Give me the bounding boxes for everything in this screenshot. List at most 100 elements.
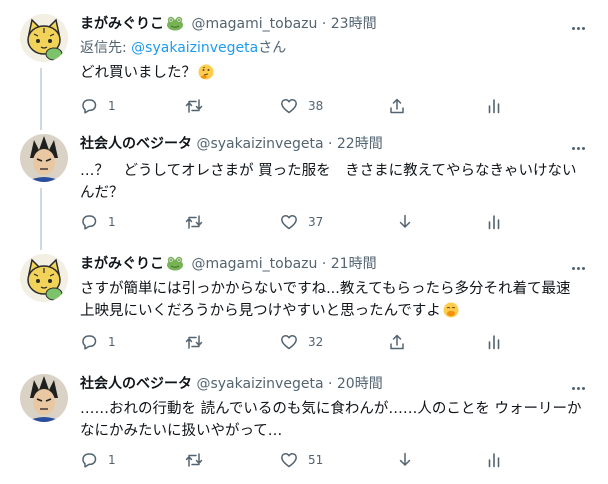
tweet-text-line: んだ？ — [80, 185, 124, 201]
reply-button[interactable]: 1 — [80, 96, 116, 116]
heart-icon — [281, 334, 297, 350]
like-button[interactable]: 32 — [280, 332, 323, 352]
down-arrow-icon — [399, 452, 411, 466]
reply-icon — [82, 453, 97, 468]
like-button[interactable]: 38 — [280, 96, 323, 116]
share-icon — [390, 334, 404, 350]
tweet-actions: 1 38 — [80, 96, 510, 116]
heart-icon — [281, 214, 297, 230]
analytics-icon — [488, 215, 500, 230]
timestamp[interactable]: 23時間 — [331, 16, 377, 32]
analytics-button[interactable] — [485, 212, 503, 232]
download-button[interactable] — [396, 450, 414, 470]
reply-count: 1 — [108, 335, 116, 349]
display-name[interactable]: まがみぐりこ — [80, 256, 164, 272]
face-with-hand-over-mouth-emoji-icon — [443, 302, 459, 318]
timestamp[interactable]: 22時間 — [337, 136, 383, 152]
handle[interactable]: @magami_tobazu — [191, 16, 317, 32]
analytics-button[interactable] — [485, 450, 503, 470]
handle[interactable]: @syakaizinvegeta — [196, 136, 323, 152]
down-arrow-icon — [399, 214, 411, 228]
tweet-actions: 1 32 — [80, 332, 510, 352]
like-count: 32 — [308, 335, 324, 349]
more-options-icon[interactable] — [572, 258, 588, 272]
retweet-icon — [185, 335, 203, 349]
avatar[interactable] — [20, 14, 68, 62]
reply-count: 1 — [108, 215, 116, 229]
reply-button[interactable]: 1 — [80, 332, 116, 352]
like-count: 38 — [308, 99, 324, 113]
timestamp[interactable]: 20時間 — [337, 376, 383, 392]
retweet-button[interactable] — [185, 450, 213, 470]
character-avatar-icon — [20, 134, 68, 182]
tweet-header: まがみぐりこ @magami_tobazu · 23時間 — [80, 14, 377, 34]
tweet-text: どれ買いました？ — [80, 62, 590, 84]
reply-count: 1 — [108, 453, 116, 467]
tweet-text: ……おれの行動を 読んでいるのも気に食わんが……人のことを ウォーリーか なにか… — [80, 398, 590, 442]
retweet-icon — [185, 215, 203, 229]
analytics-icon — [488, 99, 500, 114]
share-button[interactable] — [388, 96, 406, 116]
thread-line — [40, 68, 42, 130]
reply-suffix: さん — [258, 40, 287, 56]
retweet-button[interactable] — [185, 212, 213, 232]
separator: · — [321, 16, 327, 32]
tweet-header: 社会人のベジータ @syakaizinvegeta · 22時間 — [80, 134, 383, 154]
reply-button[interactable]: 1 — [80, 212, 116, 232]
retweet-button[interactable] — [185, 96, 213, 116]
analytics-button[interactable] — [485, 96, 503, 116]
like-count: 37 — [308, 215, 324, 229]
avatar[interactable] — [20, 134, 68, 182]
heart-icon — [281, 98, 297, 114]
reply-handle-link[interactable]: @syakaizinvegeta — [131, 40, 258, 56]
tweet-header: まがみぐりこ @magami_tobazu · 21時間 — [80, 254, 377, 274]
tweet-header: 社会人のベジータ @syakaizinvegeta · 20時間 — [80, 374, 383, 394]
character-avatar-icon — [20, 374, 68, 422]
like-button[interactable]: 51 — [280, 450, 323, 470]
separator: · — [327, 136, 333, 152]
display-name[interactable]: 社会人のベジータ — [80, 136, 192, 152]
more-options-icon[interactable] — [572, 138, 588, 152]
like-count: 51 — [308, 453, 324, 467]
display-name[interactable]: まがみぐりこ — [80, 16, 164, 32]
tweet-text-line: なにかみたいに扱いやがって… — [80, 423, 283, 439]
analytics-icon — [488, 335, 500, 350]
reply-prefix: 返信先: — [80, 40, 132, 56]
cat-avatar-icon — [20, 14, 68, 62]
tweet-text-line: 上映見にいくだろうから見つけやすいと思ったんですよ — [80, 303, 441, 319]
tweet-text: …？ どうしてオレさまが 買った服を きさまに教えてやらなきゃいけない んだ？ — [80, 160, 590, 204]
reply-icon — [82, 215, 97, 230]
heart-icon — [281, 452, 297, 468]
retweet-icon — [185, 453, 203, 467]
share-icon — [390, 98, 404, 114]
analytics-button[interactable] — [485, 332, 503, 352]
more-options-icon[interactable] — [572, 18, 588, 32]
reply-icon — [82, 335, 97, 350]
reply-button[interactable]: 1 — [80, 450, 116, 470]
frog-emoji-icon — [166, 15, 184, 37]
separator: · — [327, 376, 333, 392]
tweet-text-line: ……おれの行動を 読んでいるのも気に食わんが……人のことを ウォーリーか — [80, 401, 582, 417]
like-button[interactable]: 37 — [280, 212, 323, 232]
tweet-text-line: …？ どうしてオレさまが 買った服を きさまに教えてやらなきゃいけない — [80, 163, 577, 179]
analytics-icon — [488, 453, 500, 468]
handle[interactable]: @syakaizinvegeta — [196, 376, 323, 392]
handle[interactable]: @magami_tobazu — [191, 256, 317, 272]
share-button[interactable] — [388, 332, 406, 352]
separator: · — [321, 256, 327, 272]
retweet-button[interactable] — [185, 332, 213, 352]
avatar[interactable] — [20, 374, 68, 422]
tweet-text-line: さすが簡単には引っかからないですね...教えてもらったら多分それ着て最速 — [80, 281, 571, 297]
tweet-actions: 1 51 — [80, 450, 510, 470]
download-button[interactable] — [396, 212, 414, 232]
thread-line — [40, 188, 42, 250]
reply-icon — [82, 99, 97, 114]
timestamp[interactable]: 21時間 — [331, 256, 377, 272]
tweet-text: さすが簡単には引っかからないですね...教えてもらったら多分それ着て最速 上映見… — [80, 278, 590, 322]
display-name[interactable]: 社会人のベジータ — [80, 376, 192, 392]
more-options-icon[interactable] — [572, 378, 588, 392]
avatar[interactable] — [20, 254, 68, 302]
tweet-actions: 1 37 — [80, 212, 510, 232]
thinking-face-emoji-icon — [198, 64, 214, 80]
tweet-text-line: どれ買いました？ — [80, 65, 196, 81]
